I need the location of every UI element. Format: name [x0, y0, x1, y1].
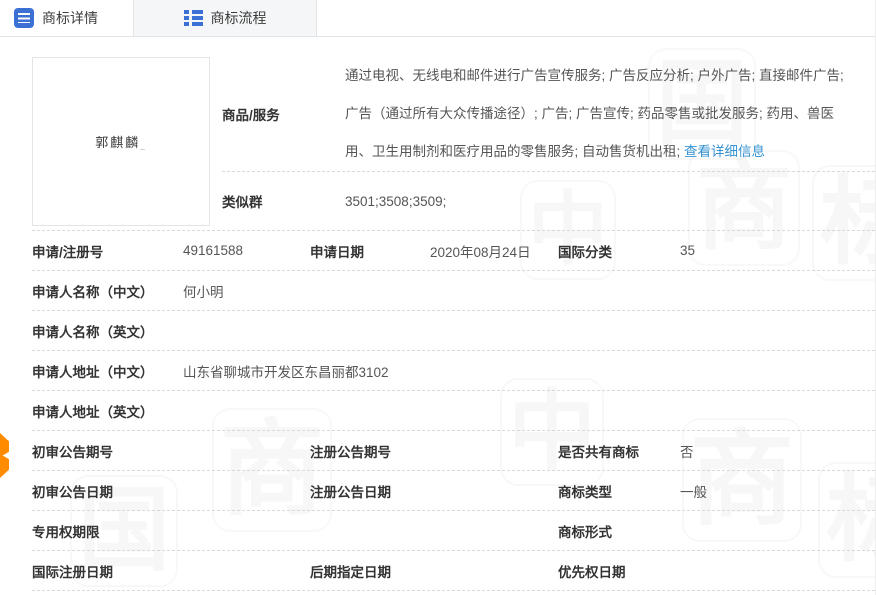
- table-row: 申请人名称（英文）: [32, 311, 875, 351]
- detail-content: 郭麒麟 商品/服务 通过电视、无线电和邮件进行广告宣传服务; 广告反应分析; 户…: [0, 37, 875, 591]
- list-icon: [14, 8, 34, 28]
- field-label: 后期指定日期: [310, 561, 430, 581]
- table-row: 申请/注册号 49161588 申请日期 2020年08月24日 国际分类 35: [32, 231, 875, 271]
- field-label: 申请人名称（英文）: [32, 321, 183, 341]
- field-label: 优先权日期: [558, 561, 680, 581]
- field-label: 商标类型: [558, 481, 680, 501]
- field-label: 申请/注册号: [32, 241, 183, 261]
- field-label: 商标形式: [558, 521, 680, 541]
- table-row: 申请人名称（中文） 何小明: [32, 271, 875, 311]
- goods-row: 商品/服务 通过电视、无线电和邮件进行广告宣传服务; 广告反应分析; 户外广告;…: [222, 57, 875, 171]
- tab-details-label: 商标详情: [42, 8, 98, 28]
- detail-table: 申请/注册号 49161588 申请日期 2020年08月24日 国际分类 35…: [32, 231, 875, 591]
- field-value: 一般: [680, 481, 875, 501]
- field-label: 国际注册日期: [32, 561, 183, 581]
- table-row: 国际注册日期 后期指定日期 优先权日期: [32, 551, 875, 591]
- goods-text: 通过电视、无线电和邮件进行广告宣传服务; 广告反应分析; 户外广告; 直接邮件广…: [345, 57, 875, 171]
- goods-line: 通过电视、无线电和邮件进行广告宣传服务; 广告反应分析; 户外广告; 直接邮件广…: [345, 57, 875, 95]
- similar-group-value: 3501;3508;3509;: [345, 194, 446, 209]
- tab-flow-label: 商标流程: [211, 8, 267, 28]
- goods-line: 用、卫生用制剂和医疗用品的零售服务; 自动售货机出租; 查看详细信息: [345, 133, 875, 171]
- goods-info: 商品/服务 通过电视、无线电和邮件进行广告宣传服务; 广告反应分析; 户外广告;…: [222, 57, 875, 230]
- flow-icon: [184, 10, 203, 26]
- table-row: 初审公告日期 注册公告日期 商标类型 一般: [32, 471, 875, 511]
- goods-line: 广告（通过所有大众传播途径）; 广告; 广告宣传; 药品零售或批发服务; 药用、…: [345, 95, 875, 133]
- table-row: 申请人地址（英文）: [32, 391, 875, 431]
- goods-label: 商品/服务: [222, 57, 345, 171]
- field-label: 申请日期: [310, 241, 430, 261]
- field-label: 国际分类: [558, 241, 680, 261]
- field-value: 2020年08月24日: [430, 241, 558, 261]
- field-label: 申请人地址（中文）: [32, 361, 183, 381]
- field-label: 申请人地址（英文）: [32, 401, 183, 421]
- field-label: 专用权期限: [32, 521, 183, 541]
- field-label: 初审公告日期: [32, 481, 183, 501]
- trademark-image: 郭麒麟: [32, 57, 210, 226]
- table-row: 专用权期限 商标形式: [32, 511, 875, 551]
- tab-bar: 商标详情 商标流程: [0, 0, 875, 37]
- field-value: 否: [680, 441, 875, 461]
- tab-trademark-details[interactable]: 商标详情: [0, 0, 133, 36]
- field-value: 35: [680, 243, 875, 258]
- field-label: 是否共有商标: [558, 441, 680, 461]
- similar-group-row: 类似群 3501;3508;3509;: [222, 172, 875, 230]
- goods-section: 郭麒麟 商品/服务 通过电视、无线电和邮件进行广告宣传服务; 广告反应分析; 户…: [32, 57, 875, 231]
- tab-trademark-flow[interactable]: 商标流程: [133, 0, 317, 36]
- goods-line-text: 用、卫生用制剂和医疗用品的零售服务; 自动售货机出租;: [345, 144, 684, 159]
- trademark-detail-page: 国 商 标 中 商 国 商 标 中 商标详情 商标流程 郭麒麟 商品/服务: [0, 0, 876, 595]
- field-label: 申请人名称（中文）: [32, 281, 183, 301]
- field-value: 何小明: [183, 281, 875, 301]
- field-value: 49161588: [183, 243, 310, 258]
- table-row: 申请人地址（中文） 山东省聊城市开发区东昌丽都3102: [32, 351, 875, 391]
- field-label: 注册公告日期: [310, 481, 430, 501]
- similar-group-label: 类似群: [222, 191, 345, 211]
- table-row: 初审公告期号 注册公告期号 是否共有商标 否: [32, 431, 875, 471]
- view-details-link[interactable]: 查看详细信息: [684, 144, 765, 159]
- field-label: 注册公告期号: [310, 441, 430, 461]
- field-label: 初审公告期号: [32, 441, 183, 461]
- field-value: 山东省聊城市开发区东昌丽都3102: [183, 361, 875, 381]
- trademark-image-text: 郭麒麟: [95, 132, 147, 151]
